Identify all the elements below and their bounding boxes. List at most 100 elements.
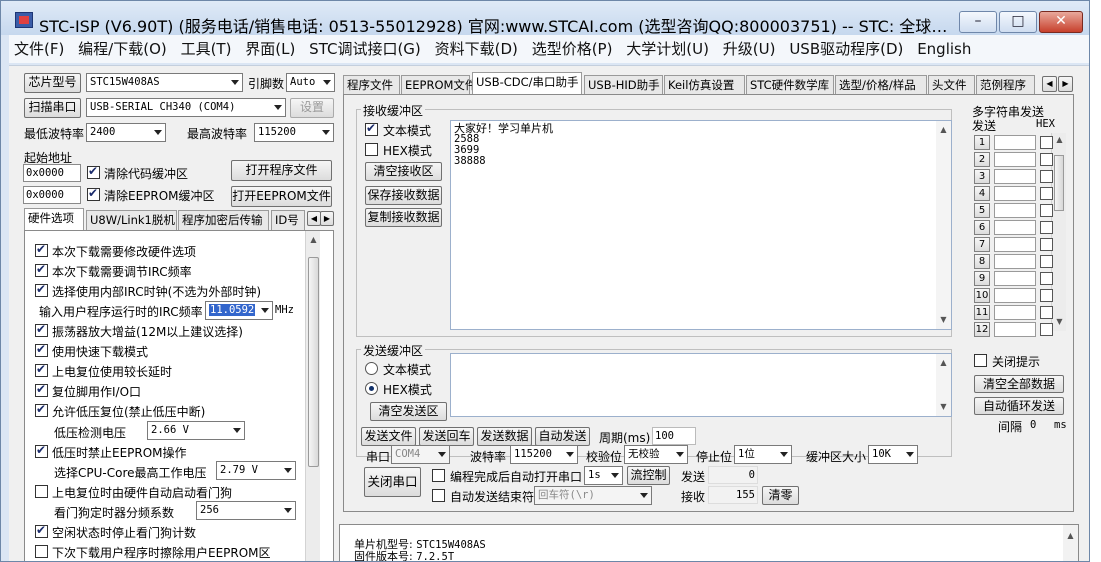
interval-value[interactable]: 0 bbox=[1030, 419, 1036, 431]
send-scrollbar[interactable]: ▲ ▼ bbox=[936, 354, 951, 416]
minimize-button[interactable]: – bbox=[959, 11, 997, 33]
auto-open-delay-select[interactable]: 1s bbox=[584, 466, 623, 485]
send-return-button[interactable]: 发送回车 bbox=[419, 427, 474, 446]
info-scrollbar[interactable]: ▲ bbox=[1063, 525, 1078, 561]
menu-university[interactable]: 大学计划(U) bbox=[621, 35, 714, 63]
tab-math-library[interactable]: STC硬件数学库 bbox=[746, 75, 834, 95]
multi-hex-checkbox[interactable] bbox=[1040, 238, 1053, 251]
option-checkbox[interactable] bbox=[35, 443, 48, 458]
multi-send-button[interactable]: 10 bbox=[974, 288, 990, 303]
option-checkbox[interactable] bbox=[35, 523, 48, 538]
send-data-button[interactable]: 发送数据 bbox=[477, 427, 532, 446]
option-checkbox[interactable] bbox=[35, 362, 48, 377]
recv-hex-mode-checkbox[interactable] bbox=[365, 143, 378, 156]
scan-port-button[interactable]: 扫描串口 bbox=[24, 98, 81, 118]
receive-textarea[interactable]: 大家好！学习单片机 2588 3699 38888 ▲ ▼ bbox=[450, 120, 952, 330]
multi-send-button[interactable]: 8 bbox=[974, 254, 990, 269]
multi-string-input[interactable] bbox=[994, 152, 1036, 167]
scroll-up-icon[interactable]: ▲ bbox=[306, 233, 321, 247]
multi-string-input[interactable] bbox=[994, 220, 1036, 235]
scroll-down-icon[interactable]: ▼ bbox=[936, 313, 951, 327]
menu-upgrade[interactable]: 升级(U) bbox=[718, 35, 781, 63]
scrollbar-thumb[interactable] bbox=[308, 257, 319, 467]
tab-selection-price[interactable]: 选型/价格/样品 bbox=[835, 75, 927, 95]
menu-usb-driver[interactable]: USB驱动程序(D) bbox=[784, 35, 908, 63]
tab-examples[interactable]: 范例程序 bbox=[976, 75, 1035, 95]
tab-u8w-offline[interactable]: U8W/Link1脱机 bbox=[86, 210, 177, 230]
menu-interface[interactable]: 界面(L) bbox=[240, 35, 300, 63]
auto-open-port-checkbox[interactable] bbox=[432, 469, 445, 482]
tab-hardware-options[interactable]: 硬件选项 bbox=[24, 208, 84, 230]
save-receive-button[interactable]: 保存接收数据 bbox=[365, 186, 442, 205]
chip-model-select[interactable]: STC15W408AS bbox=[86, 73, 243, 92]
parity-select[interactable]: 无校验 bbox=[624, 445, 688, 464]
scroll-up-icon[interactable]: ▲ bbox=[1052, 133, 1067, 147]
right-tab-scroll-left-icon[interactable]: ◀ bbox=[1042, 76, 1057, 92]
code-address-input[interactable]: 0x0000 bbox=[23, 164, 81, 182]
multi-send-button[interactable]: 5 bbox=[974, 203, 990, 218]
watchdog-divider-select[interactable]: 256 bbox=[196, 501, 296, 520]
menu-program-download[interactable]: 编程/下载(O) bbox=[73, 35, 172, 63]
multi-string-input[interactable] bbox=[994, 186, 1036, 201]
multi-send-button[interactable]: 4 bbox=[974, 186, 990, 201]
close-port-button[interactable]: 关闭串口 bbox=[364, 467, 421, 497]
multi-string-input[interactable] bbox=[994, 254, 1036, 269]
port-select[interactable]: USB-SERIAL CH340 (COM4) bbox=[86, 98, 286, 117]
multi-send-button[interactable]: 9 bbox=[974, 271, 990, 286]
menu-price[interactable]: 选型价格(P) bbox=[527, 35, 618, 63]
flow-control-button[interactable]: 流控制 bbox=[627, 466, 670, 485]
menu-file[interactable]: 文件(F) bbox=[9, 35, 69, 63]
tab-eeprom-file[interactable]: EEPROM文件 bbox=[401, 75, 476, 95]
maximize-button[interactable]: □ bbox=[999, 11, 1037, 33]
menu-tools[interactable]: 工具(T) bbox=[176, 35, 237, 63]
multi-hex-checkbox[interactable] bbox=[1040, 272, 1053, 285]
tab-usb-hid[interactable]: USB-HID助手 bbox=[584, 75, 663, 95]
menu-english[interactable]: English bbox=[912, 35, 976, 63]
tab-header-file[interactable]: 头文件 bbox=[928, 75, 975, 95]
clear-send-button[interactable]: 清空发送区 bbox=[370, 402, 447, 421]
close-tip-checkbox[interactable] bbox=[974, 354, 987, 367]
option-checkbox[interactable] bbox=[35, 382, 48, 397]
scroll-up-icon[interactable]: ▲ bbox=[936, 356, 951, 370]
multi-string-input[interactable] bbox=[994, 169, 1036, 184]
clear-code-checkbox[interactable] bbox=[87, 164, 100, 179]
multi-hex-checkbox[interactable] bbox=[1040, 204, 1053, 217]
clear-count-button[interactable]: 清零 bbox=[762, 486, 799, 505]
clear-eeprom-checkbox[interactable] bbox=[87, 186, 100, 201]
cpu-voltage-select[interactable]: 2.79 V bbox=[216, 461, 296, 480]
tab-scroll-right-icon[interactable]: ▶ bbox=[320, 211, 334, 226]
auto-send-end-checkbox[interactable] bbox=[432, 489, 445, 502]
multi-string-input[interactable] bbox=[994, 288, 1036, 303]
scroll-down-icon[interactable]: ▼ bbox=[936, 400, 951, 414]
multi-string-input[interactable] bbox=[994, 203, 1036, 218]
chip-model-button[interactable]: 芯片型号 bbox=[24, 73, 81, 93]
open-eeprom-button[interactable]: 打开EEPROM文件 bbox=[231, 186, 332, 207]
recv-text-mode-checkbox[interactable] bbox=[365, 121, 378, 136]
auto-loop-send-button[interactable]: 自动循环发送 bbox=[974, 397, 1064, 415]
buffer-size-select[interactable]: 10K bbox=[868, 445, 918, 464]
multi-hex-checkbox[interactable] bbox=[1040, 306, 1053, 319]
multi-send-button[interactable]: 6 bbox=[974, 220, 990, 235]
send-hex-mode-radio[interactable] bbox=[365, 382, 378, 395]
clear-all-button[interactable]: 清空全部数据 bbox=[974, 375, 1064, 393]
multi-send-button[interactable]: 7 bbox=[974, 237, 990, 252]
multi-send-button[interactable]: 1 bbox=[974, 135, 990, 150]
multi-send-button[interactable]: 11 bbox=[974, 305, 990, 320]
send-file-button[interactable]: 发送文件 bbox=[361, 427, 416, 446]
option-checkbox[interactable] bbox=[35, 282, 48, 297]
multi-string-input[interactable] bbox=[994, 271, 1036, 286]
option-checkbox[interactable] bbox=[35, 402, 48, 417]
multi-string-input[interactable] bbox=[994, 322, 1036, 337]
min-baud-select[interactable]: 2400 bbox=[86, 123, 166, 142]
multi-hex-checkbox[interactable] bbox=[1040, 187, 1053, 200]
multi-hex-checkbox[interactable] bbox=[1040, 289, 1053, 302]
scroll-down-icon[interactable]: ▼ bbox=[1052, 315, 1067, 329]
multi-hex-checkbox[interactable] bbox=[1040, 136, 1053, 149]
scroll-up-icon[interactable]: ▲ bbox=[936, 123, 951, 137]
menu-debug-interface[interactable]: STC调试接口(G) bbox=[304, 35, 426, 63]
right-tab-scroll-right-icon[interactable]: ▶ bbox=[1058, 76, 1073, 92]
multi-send-button[interactable]: 2 bbox=[974, 152, 990, 167]
option-checkbox[interactable] bbox=[35, 485, 48, 498]
pin-count-select[interactable]: Auto bbox=[286, 73, 335, 92]
send-text-mode-radio[interactable] bbox=[365, 362, 378, 375]
